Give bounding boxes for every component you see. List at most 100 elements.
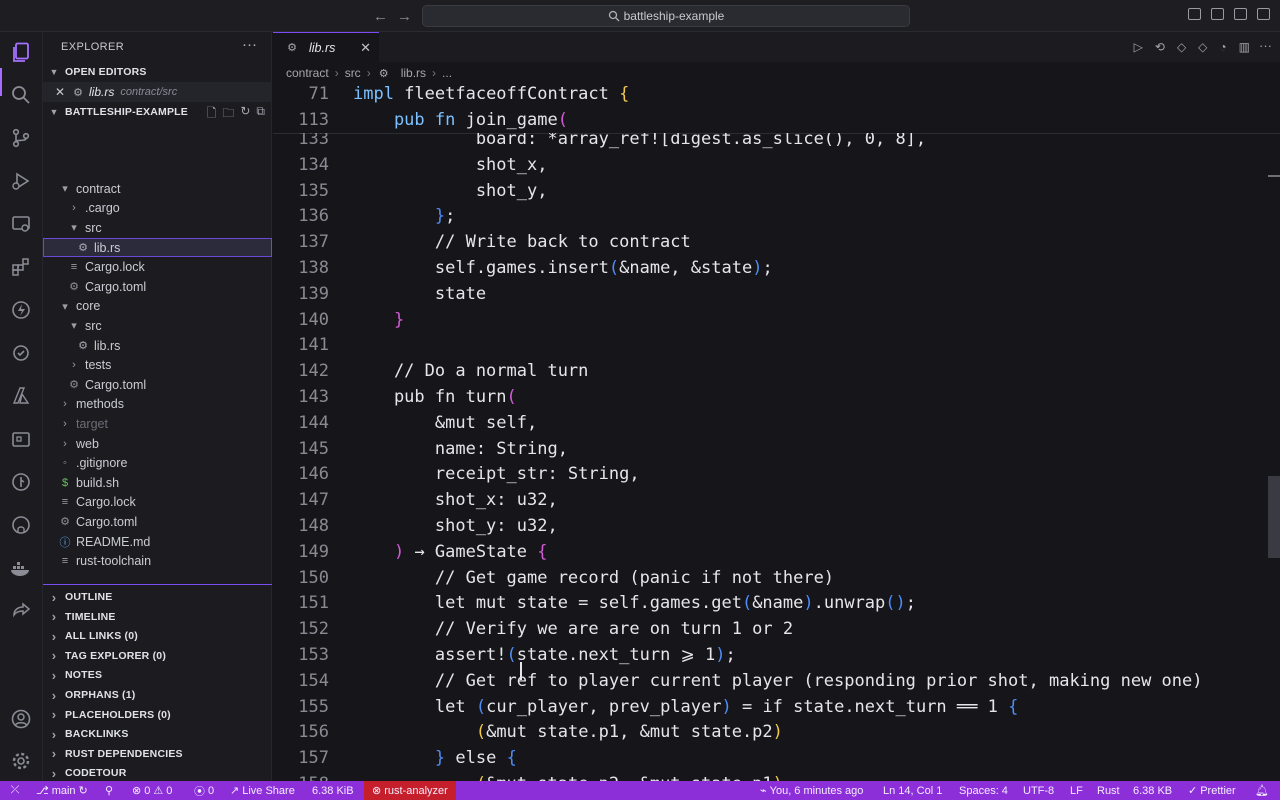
- refresh-icon[interactable]: ↻: [240, 104, 250, 125]
- panel-header[interactable]: › NOTES: [43, 665, 272, 685]
- tree-item[interactable]: ◦ .gitignore: [43, 453, 272, 473]
- testing-icon[interactable]: [8, 340, 34, 366]
- tree-item[interactable]: › web: [43, 434, 272, 454]
- encoding[interactable]: UTF-8: [1023, 781, 1054, 800]
- tree-item[interactable]: ▾ src: [43, 218, 272, 238]
- tree-item-label: Cargo.toml: [85, 279, 147, 294]
- container-icon[interactable]: [8, 426, 34, 452]
- panel-header[interactable]: › RUST DEPENDENCIES: [43, 744, 272, 764]
- lightning-icon[interactable]: [8, 297, 34, 323]
- live-share-icon[interactable]: [8, 598, 34, 624]
- line-number: 142: [298, 361, 329, 382]
- git-graph-icon[interactable]: ⚲: [105, 781, 113, 800]
- rust-file-icon: ⚙: [78, 242, 88, 255]
- git-blame[interactable]: ⌁ You, 6 minutes ago: [760, 781, 863, 800]
- code-token: }: [434, 748, 446, 769]
- tree-item[interactable]: › tests: [43, 355, 272, 375]
- tree-item[interactable]: ▾ core: [43, 297, 272, 317]
- run-icon[interactable]: ▷: [1134, 40, 1143, 54]
- tree-item[interactable]: ≡ rust-toolchain: [43, 551, 272, 571]
- code-line: 143 pub fn turn(: [273, 384, 1273, 410]
- ports-indicator[interactable]: ⦿ 0: [194, 781, 214, 800]
- panel-header[interactable]: › ALL LINKS (0): [43, 626, 272, 646]
- tree-item[interactable]: ⚙ Cargo.toml: [43, 512, 272, 532]
- tree-item[interactable]: ⚙ lib.rs: [43, 237, 272, 258]
- tab-lib-rs[interactable]: ⚙ lib.rs ✕: [273, 32, 379, 62]
- tree-item-label: src: [85, 220, 102, 235]
- tree-item[interactable]: ≡ Cargo.lock: [43, 493, 272, 513]
- tree-item[interactable]: ⚙ Cargo.toml: [43, 277, 272, 297]
- open-editors-header[interactable]: ▼ OPEN EDITORS: [43, 62, 272, 82]
- open-editor-item[interactable]: ✕ ⚙ lib.rs contract/src: [43, 82, 272, 102]
- toggle-secondary-sidebar-icon[interactable]: [1234, 8, 1247, 20]
- breadcrumb-item[interactable]: src: [345, 66, 361, 80]
- new-file-icon[interactable]: 🗋: [207, 104, 217, 125]
- live-share-button[interactable]: ↗ Live Share: [230, 781, 295, 800]
- close-icon[interactable]: ✕: [43, 85, 71, 99]
- azure-icon[interactable]: [8, 383, 34, 409]
- source-control-icon[interactable]: [8, 125, 34, 151]
- tree-item[interactable]: › .cargo: [43, 199, 272, 219]
- panel-header[interactable]: › ORPHANS (1): [43, 685, 272, 705]
- close-tab-icon[interactable]: ✕: [360, 40, 371, 56]
- remote-indicator[interactable]: ⤫: [0, 781, 30, 800]
- search-icon[interactable]: [8, 82, 34, 108]
- back-arrow-icon[interactable]: ←: [373, 8, 388, 25]
- language-mode[interactable]: Rust: [1097, 781, 1120, 800]
- github-icon[interactable]: [8, 512, 34, 538]
- toggle-primary-sidebar-icon[interactable]: [1188, 8, 1201, 20]
- panel-header[interactable]: › BACKLINKS: [43, 724, 272, 744]
- tree-item[interactable]: › methods: [43, 395, 272, 415]
- panel-header[interactable]: › OUTLINE: [43, 587, 272, 607]
- go-back-icon[interactable]: ⟲: [1155, 40, 1165, 54]
- shell-file-icon: $: [61, 476, 69, 489]
- more-actions-icon[interactable]: ···: [242, 36, 257, 53]
- code-token: ;: [905, 593, 917, 614]
- settings-gear-icon[interactable]: [8, 748, 34, 774]
- forward-arrow-icon[interactable]: →: [397, 8, 412, 25]
- notifications-bell-icon[interactable]: 🔔︎: [1255, 781, 1269, 800]
- tree-item[interactable]: $ build.sh: [43, 473, 272, 493]
- indentation[interactable]: Spaces: 4: [959, 781, 1008, 800]
- tree-item[interactable]: ⚙ lib.rs: [43, 336, 272, 356]
- sync-icon: ↻: [78, 785, 88, 797]
- customize-layout-icon[interactable]: [1257, 8, 1270, 20]
- remote-explorer-icon[interactable]: [8, 211, 34, 237]
- new-folder-icon[interactable]: 🗀: [222, 104, 234, 125]
- tree-item[interactable]: ⚙ Cargo.toml: [43, 375, 272, 395]
- panel-header[interactable]: › TAG EXPLORER (0): [43, 646, 272, 666]
- panel-header[interactable]: › TIMELINE: [43, 607, 272, 627]
- toggle-panel-icon[interactable]: [1211, 8, 1224, 20]
- breadcrumb-item[interactable]: ...: [442, 66, 452, 80]
- branch-indicator[interactable]: ⎇ main ↻: [36, 781, 88, 800]
- cursor-position[interactable]: Ln 14, Col 1: [883, 781, 942, 800]
- collapse-all-icon[interactable]: ⧉: [256, 104, 265, 125]
- end-of-line[interactable]: LF: [1070, 781, 1083, 800]
- run-debug-icon[interactable]: [8, 168, 34, 194]
- tree-item[interactable]: › target: [43, 414, 272, 434]
- explorer-icon[interactable]: [8, 40, 34, 66]
- tree-item[interactable]: ▾ contract: [43, 179, 272, 199]
- tree-item[interactable]: ▾ src: [43, 316, 272, 336]
- more-actions-icon[interactable]: ···: [1259, 38, 1272, 53]
- next-change-icon[interactable]: ◇: [1198, 40, 1207, 54]
- timeline-icon[interactable]: [8, 469, 34, 495]
- docker-icon[interactable]: [8, 555, 34, 581]
- split-editor-icon[interactable]: ▥: [1239, 40, 1250, 54]
- timeline-view-icon[interactable]: ◔: [1219, 40, 1226, 54]
- breadcrumb-item[interactable]: lib.rs: [401, 66, 426, 80]
- problems-indicator[interactable]: ⊗ 0 ⚠ 0: [132, 781, 172, 800]
- previous-change-icon[interactable]: ◇: [1177, 40, 1186, 54]
- rust-analyzer-status[interactable]: ⊗ rust-analyzer: [364, 781, 456, 800]
- code-editor[interactable]: 71 impl fleetfaceoffContract {113 pub fn …: [273, 84, 1280, 781]
- chevron-down-icon: ▾: [62, 183, 68, 196]
- tree-item[interactable]: ≡ Cargo.lock: [43, 257, 272, 277]
- extensions-icon[interactable]: [8, 254, 34, 280]
- line-number: 135: [298, 180, 329, 201]
- prettier-status[interactable]: ✓ Prettier: [1188, 781, 1236, 800]
- breadcrumb-item[interactable]: contract: [286, 66, 329, 80]
- account-icon[interactable]: [8, 706, 34, 732]
- tree-item[interactable]: ⓘ README.md: [43, 532, 272, 552]
- command-center-search[interactable]: battleship-example: [422, 5, 910, 27]
- panel-header[interactable]: › PLACEHOLDERS (0): [43, 705, 272, 725]
